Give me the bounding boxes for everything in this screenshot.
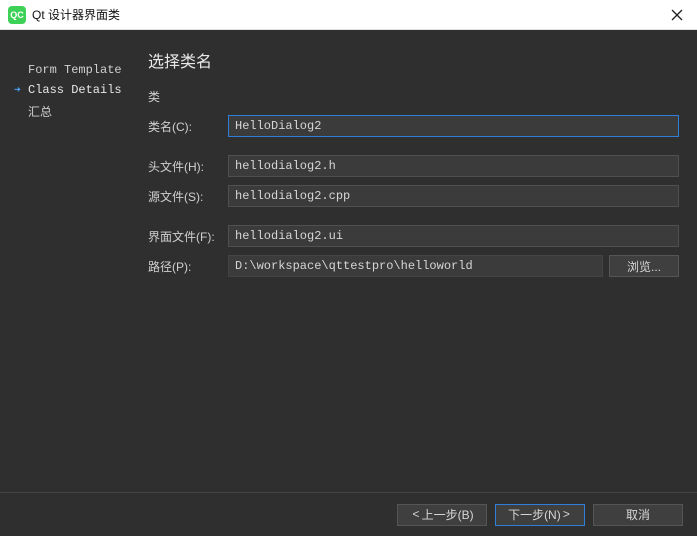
button-bar: < 上一步(B) 下一步(N) > 取消 (0, 492, 697, 536)
page-heading: 选择类名 (148, 48, 679, 72)
row-class-name: 类名(C): (148, 115, 679, 137)
input-form-file[interactable] (228, 225, 679, 247)
row-source-file: 源文件(S): (148, 185, 679, 207)
sidebar-item-summary[interactable]: 汇总 (14, 100, 140, 123)
close-icon[interactable] (667, 5, 687, 25)
sidebar-item-label: 汇总 (28, 103, 52, 120)
sidebar-item-label: Class Details (28, 83, 122, 97)
content-area: Form Template ➜ Class Details 汇总 选择类名 类 … (0, 30, 697, 492)
label-form-file: 界面文件(F): (148, 228, 228, 245)
input-header-file[interactable] (228, 155, 679, 177)
wizard-sidebar: Form Template ➜ Class Details 汇总 (0, 30, 140, 492)
next-button-label: 下一步(N) (508, 506, 561, 523)
label-class-name: 类名(C): (148, 118, 228, 135)
row-path: 路径(P): 浏览... (148, 255, 679, 277)
sidebar-item-form-template[interactable]: Form Template (14, 60, 140, 80)
app-icon: QC (8, 6, 26, 24)
titlebar: QC Qt 设计器界面类 (0, 0, 697, 30)
window-body: Form Template ➜ Class Details 汇总 选择类名 类 … (0, 30, 697, 536)
back-button[interactable]: < 上一步(B) (397, 504, 487, 526)
cancel-button[interactable]: 取消 (593, 504, 683, 526)
input-source-file[interactable] (228, 185, 679, 207)
sidebar-item-class-details[interactable]: ➜ Class Details (14, 80, 140, 100)
next-button[interactable]: 下一步(N) > (495, 504, 585, 526)
chevron-left-icon: < (412, 508, 419, 522)
back-button-label: 上一步(B) (422, 506, 474, 523)
row-form-file: 界面文件(F): (148, 225, 679, 247)
window-title: Qt 设计器界面类 (32, 6, 120, 23)
section-label: 类 (148, 88, 679, 105)
chevron-right-icon: > (563, 508, 570, 522)
row-header-file: 头文件(H): (148, 155, 679, 177)
label-header-file: 头文件(H): (148, 158, 228, 175)
label-source-file: 源文件(S): (148, 188, 228, 205)
arrow-right-icon: ➜ (14, 83, 28, 97)
input-path[interactable] (228, 255, 603, 277)
input-class-name[interactable] (228, 115, 679, 137)
main-pane: 选择类名 类 类名(C): 头文件(H): 源文件(S): 界面文件(F): 路… (140, 30, 697, 492)
browse-button[interactable]: 浏览... (609, 255, 679, 277)
label-path: 路径(P): (148, 258, 228, 275)
sidebar-item-label: Form Template (28, 63, 122, 77)
